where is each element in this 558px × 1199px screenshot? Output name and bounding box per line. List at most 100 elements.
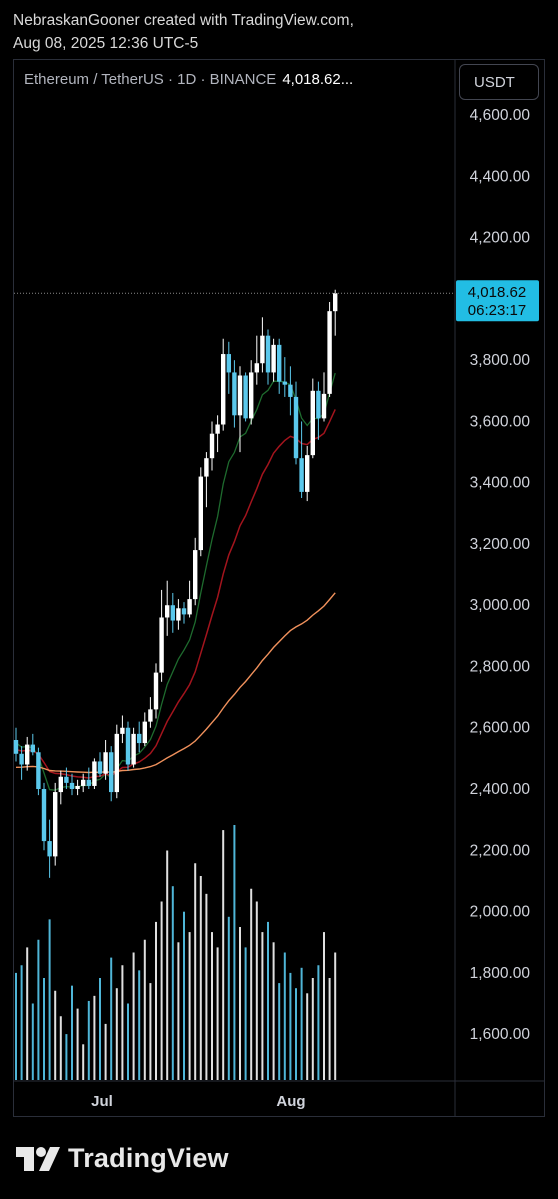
ma-mid-line xyxy=(15,409,336,779)
volume-bar xyxy=(31,1003,34,1080)
y-tick-label: 2,000.00 xyxy=(470,904,531,921)
x-tick-label: Aug xyxy=(276,1093,305,1110)
candle-body xyxy=(13,740,19,754)
candle-body xyxy=(271,344,276,373)
y-tick-label: 4,200.00 xyxy=(470,230,531,247)
volume-bar xyxy=(20,965,23,1080)
candle-body xyxy=(260,335,265,364)
ma-fast-line xyxy=(15,372,336,791)
candle-body xyxy=(131,733,136,765)
volume-bar xyxy=(160,901,163,1080)
candle-body xyxy=(19,753,24,765)
candle-body xyxy=(125,727,131,765)
candle-body xyxy=(193,550,198,600)
volume-bar xyxy=(127,1003,129,1080)
volume-bar xyxy=(227,916,230,1080)
volume-bar xyxy=(48,919,51,1080)
candle-body xyxy=(293,396,299,459)
candle-body xyxy=(249,372,254,419)
volume-bar xyxy=(138,970,141,1080)
candle-body xyxy=(58,776,63,793)
volume-bar xyxy=(110,957,113,1080)
volume-bar xyxy=(177,942,180,1080)
candle-body xyxy=(221,354,226,425)
volume-bar xyxy=(216,947,219,1080)
candle-body xyxy=(181,608,187,615)
candle-body xyxy=(86,779,91,786)
y-tick-label: 2,800.00 xyxy=(470,658,531,675)
candle-body xyxy=(64,776,69,783)
candle-body xyxy=(36,752,41,790)
candle-body xyxy=(310,390,315,456)
volume-bar xyxy=(121,965,124,1080)
candle-body xyxy=(41,789,47,842)
volume-bar xyxy=(311,978,314,1080)
volume-bar xyxy=(222,830,225,1080)
volume-bar xyxy=(99,978,101,1080)
candle-body xyxy=(305,455,310,492)
candle-body xyxy=(333,293,338,312)
y-tick-label: 3,000.00 xyxy=(470,597,531,614)
candle-body xyxy=(243,375,248,419)
candle-body xyxy=(299,458,304,492)
volume-bar xyxy=(71,985,73,1080)
volume-bar xyxy=(317,965,320,1080)
volume-bar xyxy=(115,988,118,1080)
y-tick-label: 2,600.00 xyxy=(470,720,531,737)
volume-bar xyxy=(278,983,281,1080)
candle-body xyxy=(209,433,215,459)
volume-bar xyxy=(149,983,152,1080)
candle-body xyxy=(176,608,181,621)
y-tick-label: 2,400.00 xyxy=(470,781,531,798)
candle-body xyxy=(92,761,97,786)
volume-bar xyxy=(194,863,197,1080)
candle-body xyxy=(153,672,159,710)
candle-body xyxy=(30,744,35,753)
volume-bar xyxy=(104,1023,107,1080)
volume-bar xyxy=(239,927,241,1080)
volume-bar xyxy=(306,993,309,1080)
volume-bar xyxy=(93,995,96,1080)
candle-body xyxy=(204,458,209,477)
candle-body xyxy=(187,599,192,615)
price-chart[interactable]: 1,600.00 1,800.00 2,000.00 2,200.00 2,400.00… xyxy=(0,0,558,1199)
volume-bar xyxy=(261,932,264,1080)
candle-body xyxy=(198,476,203,551)
volume-bar xyxy=(87,1000,90,1080)
y-tick-label: 3,800.00 xyxy=(470,352,531,369)
candle-body xyxy=(226,354,231,373)
volume-bar xyxy=(59,1016,62,1080)
y-tick-label: 3,200.00 xyxy=(470,536,531,553)
last-price-tag-value: 4,018.62 xyxy=(468,284,526,301)
candle-body xyxy=(277,344,282,382)
candle-body xyxy=(97,761,103,774)
volume-bar xyxy=(267,921,269,1080)
candle-body xyxy=(170,605,175,621)
volume-bar xyxy=(188,932,191,1080)
y-tick-label: 1,600.00 xyxy=(470,1026,531,1043)
candle-body xyxy=(254,363,259,373)
tradingview-logo-icon xyxy=(16,1146,60,1171)
volume-bar xyxy=(37,939,40,1080)
tradingview-logo-text: TradingView xyxy=(68,1143,229,1173)
candle-body xyxy=(137,733,142,744)
y-tick-label: 2,200.00 xyxy=(470,842,531,859)
candle-body xyxy=(47,841,52,857)
volume-bar xyxy=(155,921,157,1080)
last-price-countdown: 06:23:17 xyxy=(468,302,526,319)
volume-bar xyxy=(323,932,325,1080)
volume-bar xyxy=(43,978,45,1080)
candle-body xyxy=(103,752,108,774)
candle-body xyxy=(215,424,220,434)
candle-body xyxy=(109,752,114,793)
tradingview-logo: TradingView xyxy=(16,1143,229,1174)
volume-bar xyxy=(143,939,146,1080)
y-tick-label: 3,400.00 xyxy=(470,475,531,492)
candle-body xyxy=(69,782,75,790)
candle-body xyxy=(165,605,170,618)
candle-body xyxy=(232,372,237,416)
candle-body xyxy=(282,381,287,385)
volume-bar xyxy=(205,893,208,1080)
volume-bar xyxy=(211,932,213,1080)
volume-bar xyxy=(199,876,202,1080)
